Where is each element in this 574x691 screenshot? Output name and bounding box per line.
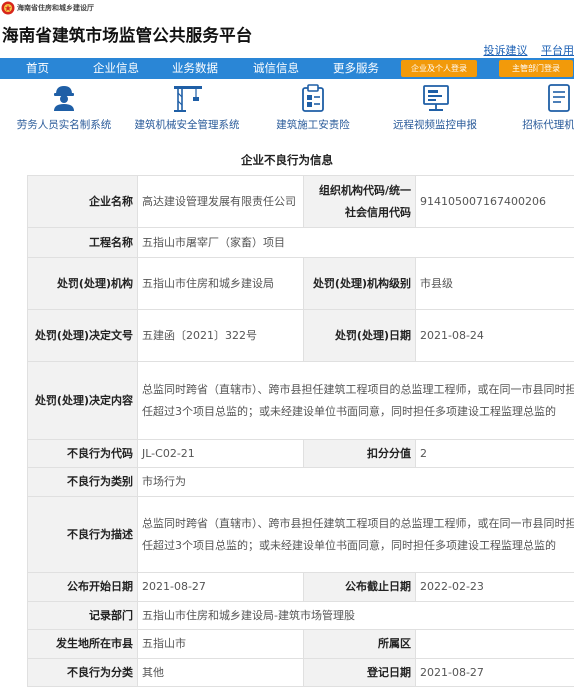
service-label: 远程视频监控申报 [393,119,477,131]
service-label: 建筑施工安责险 [276,119,350,131]
site-header: 海南省住房和城乡建设厅 海南省建筑市场监管公共服务平台 投诉建议 平台用 [0,0,574,58]
publish-end-value: 2022-02-23 [415,572,574,602]
field-label: 工程名称 [27,227,138,258]
table-row: 公布开始日期 2021-08-27 公布截止日期 2022-02-23 [27,572,574,602]
section-title: 企业不良行为信息 [241,153,333,167]
project-name-value: 五指山市屠宰厂（家畜）项目 [137,227,574,258]
publish-start-value: 2021-08-27 [137,572,304,602]
table-row: 企业名称 高达建设管理发展有限责任公司 组织机构代码/统一社会信用代码 9141… [27,175,574,228]
service-label: 建筑机械安全管理系统 [134,119,240,131]
field-label: 不良行为分类 [27,658,138,687]
authority-login-button[interactable]: 主管部门登录 [499,60,573,77]
table-row: 工程名称 五指山市屠宰厂（家畜）项目 [27,227,574,258]
field-label: 处罚(处理)机构级别 [303,257,416,310]
site-title: 海南省建筑市场监管公共服务平台 [2,26,253,45]
crane-icon [174,86,202,112]
deduct-score-value: 2 [415,439,574,468]
table-row: 处罚(处理)机构 五指山市住房和城乡建设局 处罚(处理)机构级别 市县级 [27,257,574,310]
field-label: 组织机构代码/统一社会信用代码 [303,175,416,228]
top-links: 投诉建议 平台用 [474,42,574,58]
service-label: 劳务人员实名制系统 [16,119,112,131]
worker-icon [54,86,74,111]
field-label: 处罚(处理)日期 [303,309,416,362]
table-row: 不良行为代码 JL-C02-21 扣分分值 2 [27,439,574,468]
table-row: 不良行为描述 总监同时跨省（直辖市）、跨市县担任建筑工程项目的总监理工程师，或在… [27,496,574,573]
document-icon [548,84,570,112]
table-row: 处罚(处理)决定文号 五建函〔2021〕322号 处罚(处理)日期 2021-0… [27,309,574,362]
behavior-code-value: JL-C02-21 [137,439,304,468]
nav-credit[interactable]: 诚信信息 [253,58,299,79]
service-bid-agency[interactable]: 招标代理机构信 [494,79,574,137]
field-label: 发生地所在市县 [27,629,138,659]
service-machinery-safety[interactable]: 建筑机械安全管理系统 [122,79,252,137]
company-name-value: 高达建设管理发展有限责任公司 [137,175,304,228]
behavior-type-value: 市场行为 [137,467,574,497]
table-row: 处罚(处理)决定内容 总监同时跨省（直辖市）、跨市县担任建筑工程项目的总监理工程… [27,361,574,440]
table-row: 不良行为分类 其他 登记日期 2021-08-27 [27,658,574,687]
table-row: 不良行为类别 市场行为 [27,467,574,497]
nav-more-services[interactable]: 更多服务 [333,58,379,79]
penalty-org-value: 五指山市住房和城乡建设局 [137,257,304,310]
insurance-icon [302,84,324,112]
service-insurance[interactable]: 建筑施工安责险 [248,79,378,137]
nav-enterprise[interactable]: 企业信息 [93,58,139,79]
behavior-desc-value: 总监同时跨省（直辖市）、跨市县担任建筑工程项目的总监理工程师，或在同一市县同时担… [137,496,574,573]
penalty-org-level-value: 市县级 [415,257,574,310]
field-label: 不良行为代码 [27,439,138,468]
field-label: 公布开始日期 [27,572,138,602]
register-date-value: 2021-08-27 [415,658,574,687]
service-video-monitoring[interactable]: 远程视频监控申报 [370,79,500,137]
platform-link[interactable]: 平台用 [541,44,574,57]
field-label: 登记日期 [303,658,416,687]
service-label: 招标代理机构信 [522,119,574,131]
field-label: 处罚(处理)机构 [27,257,138,310]
field-label: 不良行为类别 [27,467,138,497]
nav-home[interactable]: 首页 [26,58,49,79]
department-name: 海南省住房和城乡建设厅 [17,4,94,12]
field-label: 所属区 [303,629,416,659]
decision-content-value: 总监同时跨省（直辖市）、跨市县担任建筑工程项目的总监理工程师，或在同一市县同时担… [137,361,574,440]
field-label: 公布截止日期 [303,572,416,602]
category-value: 其他 [137,658,304,687]
video-monitor-icon [423,85,449,111]
main-nav: 首页 企业信息 业务数据 诚信信息 更多服务 企业及个人登录 主管部门登录 [0,58,574,79]
nav-business-data[interactable]: 业务数据 [172,58,218,79]
penalty-date-value: 2021-08-24 [415,309,574,362]
service-worker-realname[interactable]: 劳务人员实名制系统 [0,79,129,137]
field-label: 不良行为描述 [27,496,138,573]
penalty-info-table: 企业名称 高达建设管理发展有限责任公司 组织机构代码/统一社会信用代码 9141… [27,175,574,687]
field-label: 企业名称 [27,175,138,228]
org-code-value: 914105007167400206 [415,175,574,228]
table-row: 记录部门 五指山市住房和城乡建设局-建筑市场管理股 [27,601,574,630]
table-row: 发生地所在市县 五指山市 所属区 [27,629,574,659]
location-city-value: 五指山市 [137,629,304,659]
decision-no-value: 五建函〔2021〕322号 [137,309,304,362]
complaint-link[interactable]: 投诉建议 [484,44,528,57]
district-value [415,629,574,659]
service-links: 劳务人员实名制系统 建筑机械安全管理系统 建筑施工安责险 远程视频监控申报 招标… [0,79,574,137]
field-label: 处罚(处理)决定文号 [27,309,138,362]
field-label: 扣分分值 [303,439,416,468]
field-label: 记录部门 [27,601,138,630]
record-dept-value: 五指山市住房和城乡建设局-建筑市场管理股 [137,601,574,630]
field-label: 处罚(处理)决定内容 [27,361,138,440]
national-emblem-icon [1,1,15,15]
enterprise-login-button[interactable]: 企业及个人登录 [401,60,477,77]
